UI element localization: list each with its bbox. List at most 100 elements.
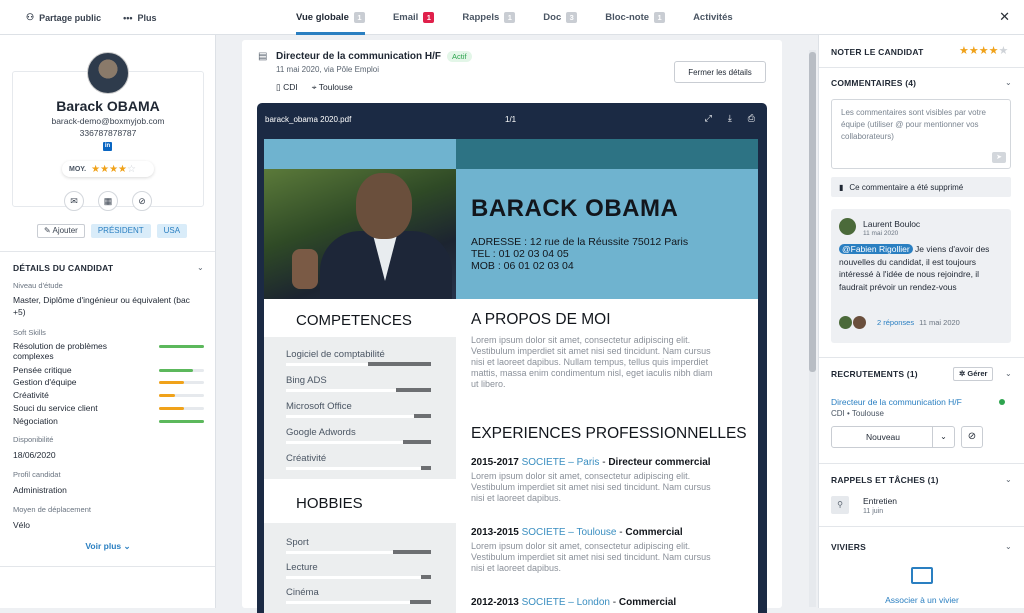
tab-bloc-note[interactable]: Bloc-note 1 [605,0,666,35]
close-icon[interactable]: ✕ [999,9,1010,25]
tag-icon: ✎ [44,226,51,235]
mail-icon: ✉ [70,195,78,206]
associate-pool-link[interactable]: Associer à un vivier [819,595,1024,605]
tab-doc[interactable]: Doc 3 [543,0,578,35]
add-tag-button[interactable]: ✎ Ajouter [37,224,85,238]
soft-skill-item: Gestion d'équipe [13,377,205,387]
comment-card: Laurent Bouloc 11 mai 2020 @Fabien Rigol… [831,209,1011,343]
close-details-button[interactable]: Fermer les détails [674,61,766,83]
scrollbar[interactable] [809,50,816,607]
pin-icon: ⌖ [311,82,317,92]
recruitment-status-select[interactable]: Nouveau ⌄ [831,426,955,448]
cv-page: BARACK OBAMA ADRESSE : 12 rue de la Réus… [264,139,758,613]
profile: Administration [13,485,67,495]
candidate-name: Barack OBAMA [56,98,160,114]
folder-user-icon[interactable] [911,567,933,584]
email-button[interactable]: ✉ [64,191,84,211]
pdf-page-indicator: 1/1 [505,115,517,124]
avatar [87,52,129,94]
top-bar: ⚇ Partage public ••• Plus Vue globale 1 Ema… [0,0,1024,35]
tab-count-badge: 1 [423,12,435,23]
recruitments-title: RECRUTEMENTS (1) [831,369,918,379]
comment-input[interactable]: Les commentaires sont visibles par votre… [831,99,1011,169]
cv-skill-label: Cinéma [286,587,319,598]
print-icon[interactable]: ⎙ [748,113,755,124]
scrollbar-thumb[interactable] [809,52,816,372]
fullscreen-icon[interactable]: ⤢ [705,113,712,124]
job-detail-panel: ▤ Directeur de la communication H/F Acti… [242,40,782,613]
skill-level-bar [159,407,204,410]
average-rating: MOY. ★★★★☆ [62,161,154,177]
divider [0,566,215,567]
star-icon[interactable]: ★ [959,45,969,57]
star-icon: ★ [100,163,110,175]
rate-stars[interactable]: ★★★★★ [959,44,1008,57]
rating-stars: ★★★★☆ [91,164,136,175]
calendar-button[interactable]: ▦ [98,191,118,211]
star-icon: ★ [91,163,101,175]
see-more-link[interactable]: Voir plus ⌄ [0,541,215,552]
pdf-viewer: barack_obama 2020.pdf 1/1 ⤢ ⤓ ⎙ BARACK O… [257,103,767,613]
soft-skill-item: Négociation [13,416,205,426]
tab-email[interactable]: Email 1 [393,0,435,35]
cv-skill-bar [286,575,431,579]
star-empty-icon: ☆ [127,163,136,175]
comment-replies[interactable]: 2 réponses 11 mai 2020 [839,316,960,329]
cv-header-band [456,139,758,169]
trash-icon: ▮ [839,182,844,192]
avatar [853,316,866,329]
availability: 18/06/2020 [13,450,56,460]
cv-experience-heading: 2013-2015 SOCIETE – Toulouse - Commercia… [471,527,683,538]
chevron-down-icon[interactable]: ⌄ [1005,369,1012,378]
skill-level-bar [159,420,204,423]
task-title[interactable]: Entretien [863,496,897,506]
cv-skill-bar [286,600,431,604]
tag-usa[interactable]: USA [156,224,188,238]
cv-contact: ADRESSE : 12 rue de la Réussite 75012 Pa… [471,236,689,272]
cv-skill-label: Lecture [286,562,318,573]
pools-title: VIVIERS [831,542,866,552]
soft-skill-item: Résolution de problèmes complexes [13,341,205,361]
chevron-down-icon[interactable]: ⌄ [1005,78,1012,87]
cv-skill-label: Bing ADS [286,375,327,386]
more-button[interactable]: ••• Plus [123,12,156,23]
transport: Vélo [13,520,31,530]
manage-button[interactable]: ✲ Gérer [953,367,994,381]
star-icon[interactable]: ★ [969,45,979,57]
share-public-button[interactable]: ⚇ Partage public [26,12,101,23]
star-icon[interactable]: ★ [989,45,999,57]
tab-vue-globale[interactable]: Vue globale 1 [296,0,365,35]
candidate-email[interactable]: barack-demo@boxmyjob.com [0,116,215,126]
tag-president[interactable]: PRÉSIDENT [90,224,151,238]
reject-button[interactable]: ⊘ [961,426,983,448]
linkedin-icon[interactable]: in [103,142,112,151]
tab-activites[interactable]: Activités [693,0,733,35]
divider [0,251,215,252]
star-icon[interactable]: ★ [979,45,989,57]
tab-rappels[interactable]: Rappels 1 [462,0,516,35]
chevron-down-icon[interactable]: ⌄ [1005,475,1012,484]
briefcase-icon: ▤ [258,51,268,62]
contract-type: ▯ CDI [276,82,298,92]
chevron-down-icon[interactable]: ⌄ [932,427,954,447]
job-title[interactable]: Directeur de la communication H/F [276,51,441,62]
send-icon[interactable]: ➤ [992,152,1006,163]
chevron-down-icon[interactable]: ⌄ [197,263,204,272]
star-empty-icon[interactable]: ★ [999,45,1009,57]
user-icon: ⚲ [831,496,849,514]
cv-photo [264,169,456,301]
skill-level-bar [159,345,204,348]
mention[interactable]: @Fabien Rigollier [839,244,913,254]
cv-header-band [264,139,456,169]
tab-count-badge: 1 [504,12,516,23]
side-panel: NOTER LE CANDIDAT ★★★★★ COMMENTAIRES (4)… [818,35,1024,608]
attach-button[interactable]: ⊘ [132,191,152,211]
cv-skill-bar [286,362,431,366]
tab-count-badge: 3 [566,12,578,23]
recruitment-job-link[interactable]: Directeur de la communication H/F [831,397,962,407]
download-icon[interactable]: ⤓ [728,113,732,124]
status-dot [999,399,1005,405]
candidate-phone[interactable]: 336787878787 [0,128,215,138]
chevron-down-icon[interactable]: ⌄ [1005,542,1012,551]
skill-level-bar [159,394,204,397]
